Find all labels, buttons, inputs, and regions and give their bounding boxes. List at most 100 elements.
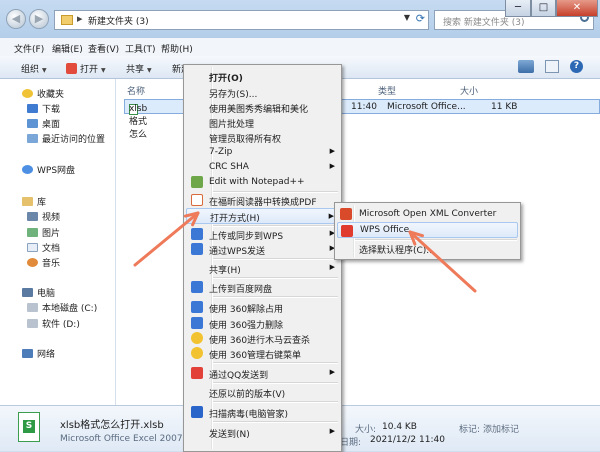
nav-local-disk[interactable]: 本地磁盘 (C:) xyxy=(27,301,97,314)
nav-label: 最近访问的位置 xyxy=(42,135,106,145)
menu-item-label: 使用 360管理右键菜单 xyxy=(209,351,302,361)
open-button[interactable]: 打开 ▼ xyxy=(66,62,106,75)
submenu-arrow-icon: ▶ xyxy=(329,147,335,155)
details-tags-value[interactable]: 添加标记 xyxy=(483,422,519,435)
menu-item-send-to[interactable]: 发送到(N) ▶ xyxy=(186,424,339,440)
share-button[interactable]: 共享 ▼ xyxy=(126,62,152,75)
menu-bar: 文件(F) 编辑(E) 查看(V) 工具(T) 帮助(H) xyxy=(0,38,600,57)
chevron-down-icon[interactable]: ▼ xyxy=(404,13,410,22)
nav-pictures[interactable]: 图片 xyxy=(27,226,60,239)
menu-item-360-scan[interactable]: 使用 360进行木马云查杀 xyxy=(186,330,339,346)
nav-recent[interactable]: 最近访问的位置 xyxy=(27,132,105,145)
video-icon xyxy=(27,212,38,221)
menu-item-360-delete[interactable]: 使用 360强力删除 xyxy=(186,315,339,331)
details-filetype: Microsoft Office Excel 2007 二进 xyxy=(60,434,204,444)
minimize-button[interactable]: ─ xyxy=(505,0,531,17)
music-icon xyxy=(27,258,38,267)
nav-wps-drive[interactable]: WPS网盘 xyxy=(22,163,75,176)
menu-item-choose-default[interactable]: 选择默认程序(C)... xyxy=(337,240,518,256)
submenu-arrow-icon: ▶ xyxy=(329,162,335,170)
menu-item-label: 上传到百度网盘 xyxy=(209,285,273,295)
menu-tools[interactable]: 工具(T) xyxy=(125,42,156,55)
menu-item-take-ownership[interactable]: 管理员取得所有权 xyxy=(186,129,339,145)
file-size: 11 KB xyxy=(491,102,518,112)
nav-network[interactable]: 网络 xyxy=(22,347,55,360)
menu-item-wps-send[interactable]: 通过WPS发送 ▶ xyxy=(186,241,339,257)
nav-software-drive[interactable]: 软件 (D:) xyxy=(27,317,80,330)
nav-label: 库 xyxy=(37,198,47,208)
menu-item-baidu-upload[interactable]: 上传到百度网盘 xyxy=(186,279,339,295)
maximize-button[interactable]: □ xyxy=(531,0,556,17)
menu-item-meitu[interactable]: 使用美图秀秀编辑和美化 xyxy=(186,99,339,115)
title-bar: ◀ ▶ ▸ 新建文件夹 (3) ▼ ⟳ 搜索 新建文件夹 (3) ─ □ ✕ xyxy=(0,0,600,38)
nav-label: 图片 xyxy=(42,229,61,239)
menu-item-notepadpp[interactable]: Edit with Notepad++ xyxy=(186,174,339,190)
nav-videos[interactable]: 视频 xyxy=(27,210,60,223)
menu-file[interactable]: 文件(F) xyxy=(14,42,44,55)
change-view-icon[interactable] xyxy=(518,60,534,73)
menu-separator xyxy=(213,296,338,298)
menu-separator xyxy=(213,421,338,423)
submenu-arrow-icon: ▶ xyxy=(329,427,335,435)
menu-item-open[interactable]: 打开(O) xyxy=(186,68,339,84)
nav-documents[interactable]: 文档 xyxy=(27,241,60,254)
menu-item-label: 使用 360解除占用 xyxy=(209,305,284,315)
drive-icon xyxy=(27,303,38,312)
details-created-value: 2021/12/2 11:40 xyxy=(370,435,445,445)
open-with-submenu: Microsoft Open XML Converter WPS Office … xyxy=(334,202,521,260)
nav-favorites[interactable]: 收藏夹 xyxy=(22,87,64,100)
menu-item-wps-office[interactable]: WPS Office xyxy=(337,222,518,238)
download-folder-icon xyxy=(27,104,38,113)
menu-item-label: Edit with Notepad++ xyxy=(209,177,305,187)
menu-item-qq-send[interactable]: 通过QQ发送到 ▶ xyxy=(186,365,339,381)
network-icon xyxy=(22,349,33,358)
menu-item-label: 发送到(N) xyxy=(209,430,250,440)
menu-item-label: Microsoft Open XML Converter xyxy=(359,209,497,219)
chevron-down-icon: ▼ xyxy=(147,67,152,74)
menu-item-360-unlock[interactable]: 使用 360解除占用 xyxy=(186,299,339,315)
menu-item-batch-image[interactable]: 图片批处理 xyxy=(186,114,339,130)
menu-view[interactable]: 查看(V) xyxy=(88,42,119,55)
nav-libraries[interactable]: 库 xyxy=(22,195,46,208)
menu-item-open-with[interactable]: 打开方式(H) ▶ xyxy=(186,208,339,224)
menu-item-360-manage[interactable]: 使用 360管理右键菜单 xyxy=(186,345,339,361)
menu-item-share[interactable]: 共享(H) ▶ xyxy=(186,260,339,276)
back-button[interactable]: ◀ xyxy=(6,9,26,29)
wps-icon xyxy=(66,63,77,74)
chevron-down-icon: ▼ xyxy=(42,67,47,74)
nav-desktop[interactable]: 桌面 xyxy=(27,117,60,130)
column-name[interactable]: 名称 xyxy=(127,84,145,97)
nav-label: 桌面 xyxy=(42,120,61,130)
forward-button[interactable]: ▶ xyxy=(29,9,49,29)
preview-pane-icon[interactable] xyxy=(545,60,559,73)
nav-music[interactable]: 音乐 xyxy=(27,256,60,269)
360-scan-icon xyxy=(191,332,203,344)
menu-help[interactable]: 帮助(H) xyxy=(161,42,193,55)
nav-downloads[interactable]: 下载 xyxy=(27,102,60,115)
submenu-arrow-icon: ▶ xyxy=(329,368,335,376)
menu-item-crc-sha[interactable]: CRC SHA ▶ xyxy=(186,159,339,175)
column-type[interactable]: 类型 xyxy=(378,84,396,97)
nav-computer[interactable]: 电脑 xyxy=(22,286,55,299)
menu-item-restore-versions[interactable]: 还原以前的版本(V) xyxy=(186,384,339,400)
menu-item-foxit-pdf[interactable]: 在福昕阅读器中转换成PDF xyxy=(186,192,339,208)
help-icon[interactable]: ? xyxy=(570,60,583,73)
address-bar[interactable]: ▸ 新建文件夹 (3) ▼ ⟳ xyxy=(54,10,429,30)
close-button[interactable]: ✕ xyxy=(556,0,598,17)
menu-item-save-as[interactable]: 另存为(S)... xyxy=(186,84,339,100)
menu-edit[interactable]: 编辑(E) xyxy=(52,42,83,55)
360-manage-icon xyxy=(191,347,203,359)
menu-item-7zip[interactable]: 7-Zip ▶ xyxy=(186,144,339,160)
menu-item-virus-scan[interactable]: 扫描病毒(电脑管家) xyxy=(186,404,339,420)
organize-label: 组织 xyxy=(21,65,40,75)
column-size[interactable]: 大小 xyxy=(460,84,478,97)
explorer-window: ◀ ▶ ▸ 新建文件夹 (3) ▼ ⟳ 搜索 新建文件夹 (3) ─ □ ✕ 文… xyxy=(0,0,600,452)
shield-icon xyxy=(191,406,203,418)
organize-button[interactable]: 组织 ▼ xyxy=(21,62,47,75)
menu-item-label: 通过WPS发送 xyxy=(209,247,266,257)
menu-item-ms-xml-converter[interactable]: Microsoft Open XML Converter xyxy=(337,206,518,222)
refresh-icon[interactable]: ⟳ xyxy=(416,12,425,25)
360-unlock-icon xyxy=(191,301,203,313)
menu-item-wps-upload[interactable]: 上传或同步到WPS ▶ xyxy=(186,226,339,242)
menu-item-label: CRC SHA xyxy=(209,162,249,172)
